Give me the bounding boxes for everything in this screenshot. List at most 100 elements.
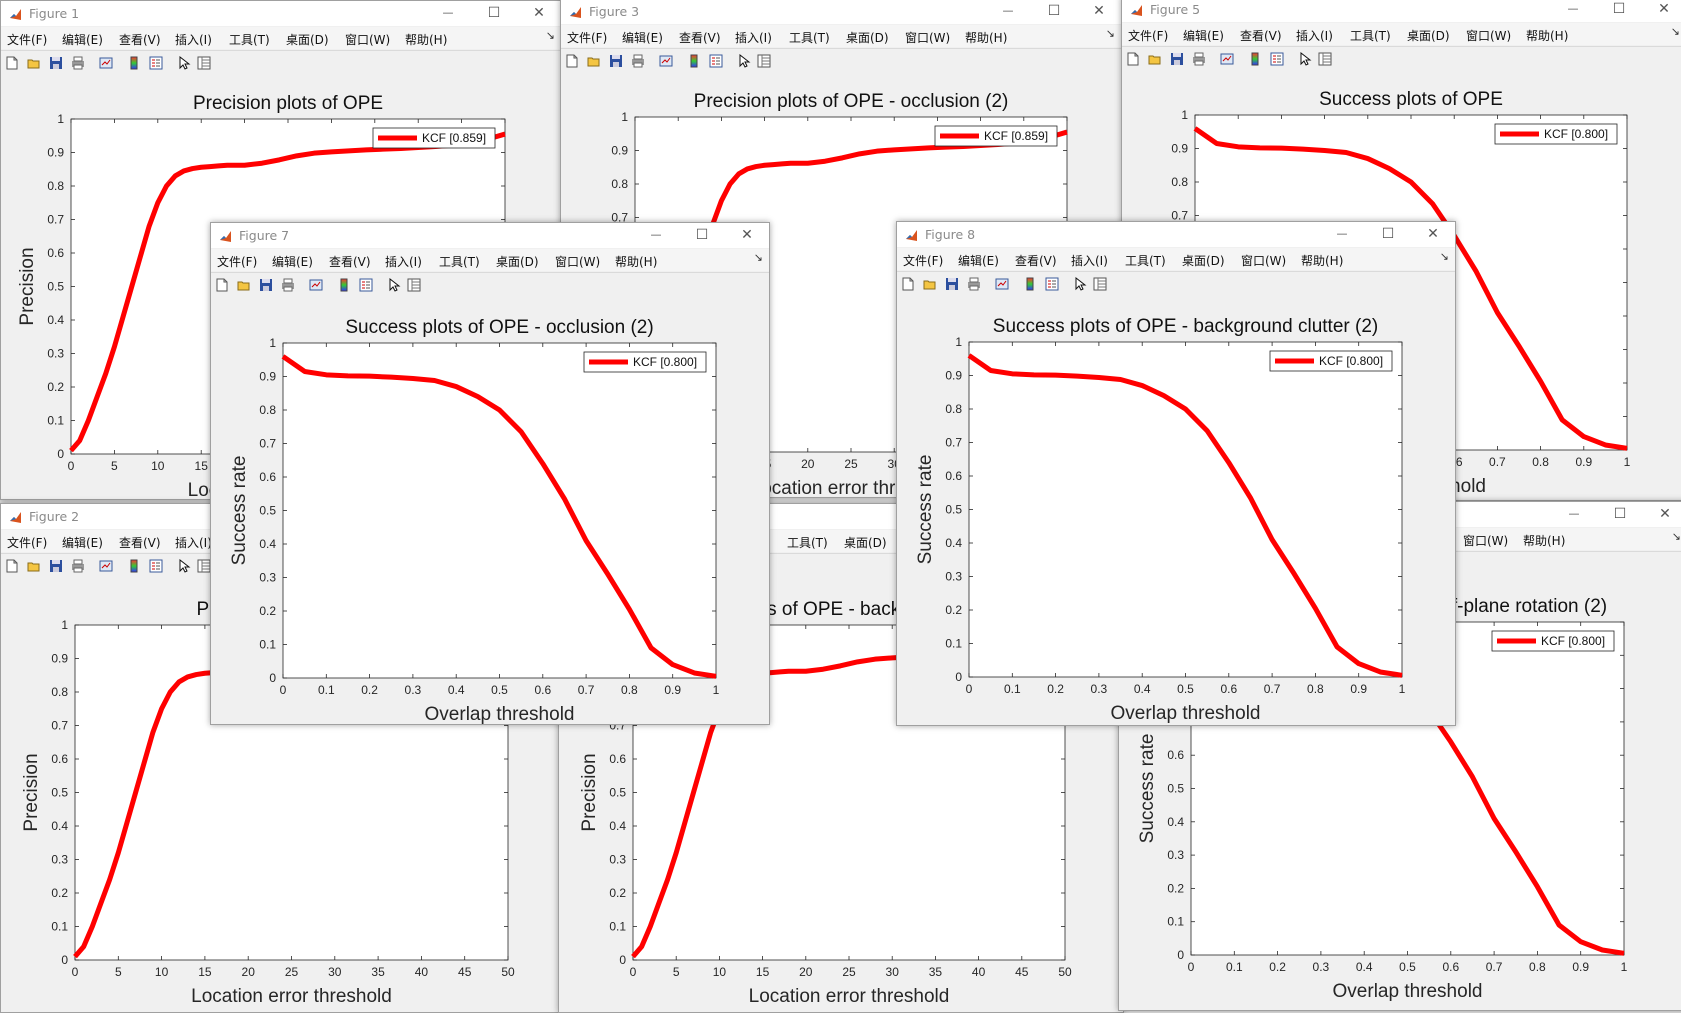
menu-item[interactable]: 文件(F) xyxy=(7,534,47,551)
menu-item[interactable]: 文件(F) xyxy=(1128,27,1168,44)
pointer-icon[interactable] xyxy=(177,559,191,573)
maximize-icon[interactable]: ☐ xyxy=(1037,1,1071,21)
legend-icon[interactable] xyxy=(1270,52,1284,66)
title-bar[interactable]: Figure 3—☐✕ xyxy=(561,0,1121,24)
pointer-icon[interactable] xyxy=(737,54,751,68)
colorbar-icon[interactable] xyxy=(127,559,141,573)
menu-item[interactable]: 编辑(E) xyxy=(622,29,663,46)
menu-item[interactable]: 插入(I) xyxy=(1071,252,1108,269)
menu-item[interactable]: 查看(V) xyxy=(1015,252,1057,269)
new-figure-icon[interactable] xyxy=(215,278,229,292)
close-icon[interactable]: ✕ xyxy=(1416,224,1450,244)
menu-item[interactable]: 编辑(E) xyxy=(62,534,103,551)
minimize-icon[interactable]: — xyxy=(1557,504,1591,524)
new-figure-icon[interactable] xyxy=(5,56,19,70)
new-figure-icon[interactable] xyxy=(565,54,579,68)
open-file-icon[interactable] xyxy=(237,278,251,292)
menu-item[interactable]: 工具(T) xyxy=(1125,252,1166,269)
save-icon[interactable] xyxy=(49,56,63,70)
figure-window-fig7[interactable]: Figure 7—☐✕文件(F)编辑(E)查看(V)插入(I)工具(T)桌面(D… xyxy=(210,222,770,725)
close-icon[interactable]: ✕ xyxy=(1648,504,1681,524)
menu-item[interactable]: 工具(T) xyxy=(789,29,830,46)
menu-item[interactable]: 桌面(D) xyxy=(846,29,889,46)
save-icon[interactable] xyxy=(49,559,63,573)
property-editor-icon[interactable] xyxy=(407,278,421,292)
link-plot-icon[interactable] xyxy=(1220,52,1234,66)
link-plot-icon[interactable] xyxy=(99,559,113,573)
property-editor-icon[interactable] xyxy=(757,54,771,68)
minimize-icon[interactable]: — xyxy=(1556,0,1590,19)
menu-item[interactable]: 工具(T) xyxy=(439,253,480,270)
menu-item[interactable]: 窗口(W) xyxy=(345,31,390,48)
menu-item[interactable]: 工具(T) xyxy=(787,534,828,551)
title-bar[interactable]: Figure 5—☐✕ xyxy=(1122,0,1681,22)
close-icon[interactable]: ✕ xyxy=(1647,0,1681,19)
minimize-icon[interactable]: — xyxy=(991,1,1025,21)
legend-icon[interactable] xyxy=(709,54,723,68)
link-plot-icon[interactable] xyxy=(99,56,113,70)
open-file-icon[interactable] xyxy=(1148,52,1162,66)
pointer-icon[interactable] xyxy=(1073,277,1087,291)
menu-item[interactable]: 文件(F) xyxy=(567,29,607,46)
menu-item[interactable]: 查看(V) xyxy=(119,31,161,48)
legend-icon[interactable] xyxy=(149,559,163,573)
menu-item[interactable]: 插入(I) xyxy=(175,534,212,551)
menu-item[interactable]: 帮助(H) xyxy=(1523,532,1565,549)
maximize-icon[interactable]: ☐ xyxy=(477,3,511,23)
menu-item[interactable]: 工具(T) xyxy=(1350,27,1391,44)
menu-item[interactable]: 桌面(D) xyxy=(496,253,539,270)
menu-item[interactable]: 窗口(W) xyxy=(1463,532,1508,549)
menu-item[interactable]: 查看(V) xyxy=(1240,27,1282,44)
legend-icon[interactable] xyxy=(359,278,373,292)
close-icon[interactable]: ✕ xyxy=(522,3,556,23)
maximize-icon[interactable]: ☐ xyxy=(1603,504,1637,524)
link-plot-icon[interactable] xyxy=(309,278,323,292)
menu-item[interactable]: 插入(I) xyxy=(735,29,772,46)
menu-item[interactable]: 工具(T) xyxy=(229,31,270,48)
dock-arrow-icon[interactable]: ↘ xyxy=(1440,250,1449,263)
property-editor-icon[interactable] xyxy=(197,559,211,573)
figure-window-fig8[interactable]: Figure 8—☐✕文件(F)编辑(E)查看(V)插入(I)工具(T)桌面(D… xyxy=(896,221,1456,726)
property-editor-icon[interactable] xyxy=(197,56,211,70)
maximize-icon[interactable]: ☐ xyxy=(1371,224,1405,244)
maximize-icon[interactable]: ☐ xyxy=(1602,0,1636,19)
print-icon[interactable] xyxy=(1192,52,1206,66)
minimize-icon[interactable]: — xyxy=(639,225,673,245)
colorbar-icon[interactable] xyxy=(1023,277,1037,291)
save-icon[interactable] xyxy=(609,54,623,68)
close-icon[interactable]: ✕ xyxy=(730,225,764,245)
menu-item[interactable]: 帮助(H) xyxy=(1526,27,1568,44)
title-bar[interactable]: Figure 8—☐✕ xyxy=(897,222,1455,247)
print-icon[interactable] xyxy=(71,559,85,573)
close-icon[interactable]: ✕ xyxy=(1082,1,1116,21)
menu-item[interactable]: 编辑(E) xyxy=(958,252,999,269)
minimize-icon[interactable]: — xyxy=(431,3,465,23)
pointer-icon[interactable] xyxy=(387,278,401,292)
save-icon[interactable] xyxy=(945,277,959,291)
menu-item[interactable]: 查看(V) xyxy=(679,29,721,46)
dock-arrow-icon[interactable]: ↘ xyxy=(1671,25,1680,38)
maximize-icon[interactable]: ☐ xyxy=(685,225,719,245)
pointer-icon[interactable] xyxy=(177,56,191,70)
menu-item[interactable]: 编辑(E) xyxy=(1183,27,1224,44)
dock-arrow-icon[interactable]: ↘ xyxy=(1672,530,1681,543)
menu-item[interactable]: 帮助(H) xyxy=(965,29,1007,46)
dock-arrow-icon[interactable]: ↘ xyxy=(546,29,555,42)
menu-item[interactable]: 帮助(H) xyxy=(405,31,447,48)
menu-item[interactable]: 插入(I) xyxy=(175,31,212,48)
title-bar[interactable]: Figure 7—☐✕ xyxy=(211,223,769,248)
colorbar-icon[interactable] xyxy=(1248,52,1262,66)
menu-item[interactable]: 桌面(D) xyxy=(1407,27,1450,44)
menu-item[interactable]: 文件(F) xyxy=(7,31,47,48)
print-icon[interactable] xyxy=(631,54,645,68)
menu-item[interactable]: 窗口(W) xyxy=(555,253,600,270)
colorbar-icon[interactable] xyxy=(337,278,351,292)
open-file-icon[interactable] xyxy=(27,559,41,573)
colorbar-icon[interactable] xyxy=(687,54,701,68)
colorbar-icon[interactable] xyxy=(127,56,141,70)
dock-arrow-icon[interactable]: ↘ xyxy=(1106,27,1115,40)
menu-item[interactable]: 窗口(W) xyxy=(1466,27,1511,44)
menu-item[interactable]: 文件(F) xyxy=(903,252,943,269)
new-figure-icon[interactable] xyxy=(901,277,915,291)
print-icon[interactable] xyxy=(281,278,295,292)
